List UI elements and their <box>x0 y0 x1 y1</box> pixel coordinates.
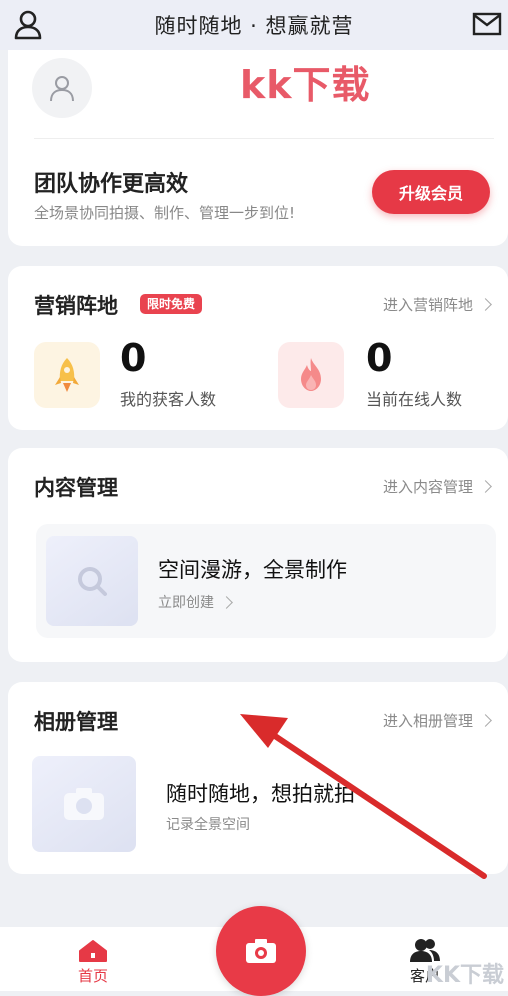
online-count: 0 <box>366 336 393 380</box>
marketing-title: 营销阵地 <box>34 294 118 318</box>
limited-free-badge: 限时免费 <box>140 294 203 314</box>
album-feature-title: 随时随地，想拍就拍 <box>166 782 355 806</box>
enter-content-label: 进入内容管理 <box>382 478 473 496</box>
panorama-thumbnail <box>46 536 138 626</box>
chevron-right-icon <box>479 298 492 311</box>
app-title: 随时随地 · 想赢就营 <box>154 14 354 38</box>
corner-watermark: KK下载 <box>425 963 504 988</box>
album-feature-subtitle: 记录全景空间 <box>166 817 250 833</box>
flame-icon <box>278 342 344 408</box>
acquired-customers-label: 我的获客人数 <box>120 390 217 409</box>
camera-icon <box>64 788 104 820</box>
upgrade-membership-button[interactable]: 升级会员 <box>372 170 490 214</box>
content-management-card: 内容管理 进入内容管理 空间漫游，全景制作 立即创建 <box>8 448 508 662</box>
acquired-customers-count: 0 <box>120 336 147 380</box>
team-subtitle: 全场景协同拍摄、制作、管理一步到位! <box>34 204 296 222</box>
enter-content-link[interactable]: 进入内容管理 <box>382 476 492 497</box>
online-count-label: 当前在线人数 <box>366 390 463 409</box>
album-management-title: 相册管理 <box>34 710 118 734</box>
create-now-link[interactable]: 立即创建 <box>158 592 233 612</box>
user-profile-button[interactable] <box>12 9 44 41</box>
rocket-icon <box>34 342 100 408</box>
user-icon <box>14 10 42 40</box>
enter-marketing-label: 进入营销阵地 <box>382 296 473 314</box>
divider <box>34 138 494 139</box>
enter-album-label: 进入相册管理 <box>382 712 473 730</box>
watermark-text: kk下载 <box>240 63 371 107</box>
nav-home-label: 首页 <box>78 967 109 985</box>
panorama-feature-title: 空间漫游，全景制作 <box>158 558 347 582</box>
chevron-right-icon <box>220 595 233 609</box>
camera-icon <box>246 939 276 963</box>
profile-card: kk下载 团队协作更高效 全场景协同拍摄、制作、管理一步到位! 升级会员 <box>8 50 508 246</box>
camera-button[interactable] <box>216 906 306 996</box>
top-bar: 随时随地 · 想赢就营 <box>0 0 508 50</box>
team-title: 团队协作更高效 <box>34 172 189 197</box>
avatar-placeholder-icon <box>50 76 74 102</box>
chevron-right-icon <box>479 480 492 493</box>
enter-marketing-link[interactable]: 进入营销阵地 <box>382 294 492 315</box>
content-management-title: 内容管理 <box>34 476 118 500</box>
nav-home[interactable]: 首页 <box>78 939 108 986</box>
chevron-right-icon <box>479 714 492 727</box>
marketing-card: 营销阵地 限时免费 进入营销阵地 0 我的获客人数 0 当前在线人数 <box>8 266 508 430</box>
album-management-card: 相册管理 进入相册管理 随时随地，想拍就拍 记录全景空间 <box>8 682 508 874</box>
create-panorama-panel[interactable]: 空间漫游，全景制作 立即创建 <box>36 524 496 638</box>
album-thumbnail[interactable] <box>32 756 136 852</box>
home-icon <box>79 940 107 962</box>
create-now-label: 立即创建 <box>158 595 214 611</box>
enter-album-link[interactable]: 进入相册管理 <box>382 710 492 731</box>
mail-icon <box>472 12 502 36</box>
search-icon <box>78 567 107 596</box>
avatar[interactable] <box>32 58 92 118</box>
messages-button[interactable] <box>472 12 502 38</box>
